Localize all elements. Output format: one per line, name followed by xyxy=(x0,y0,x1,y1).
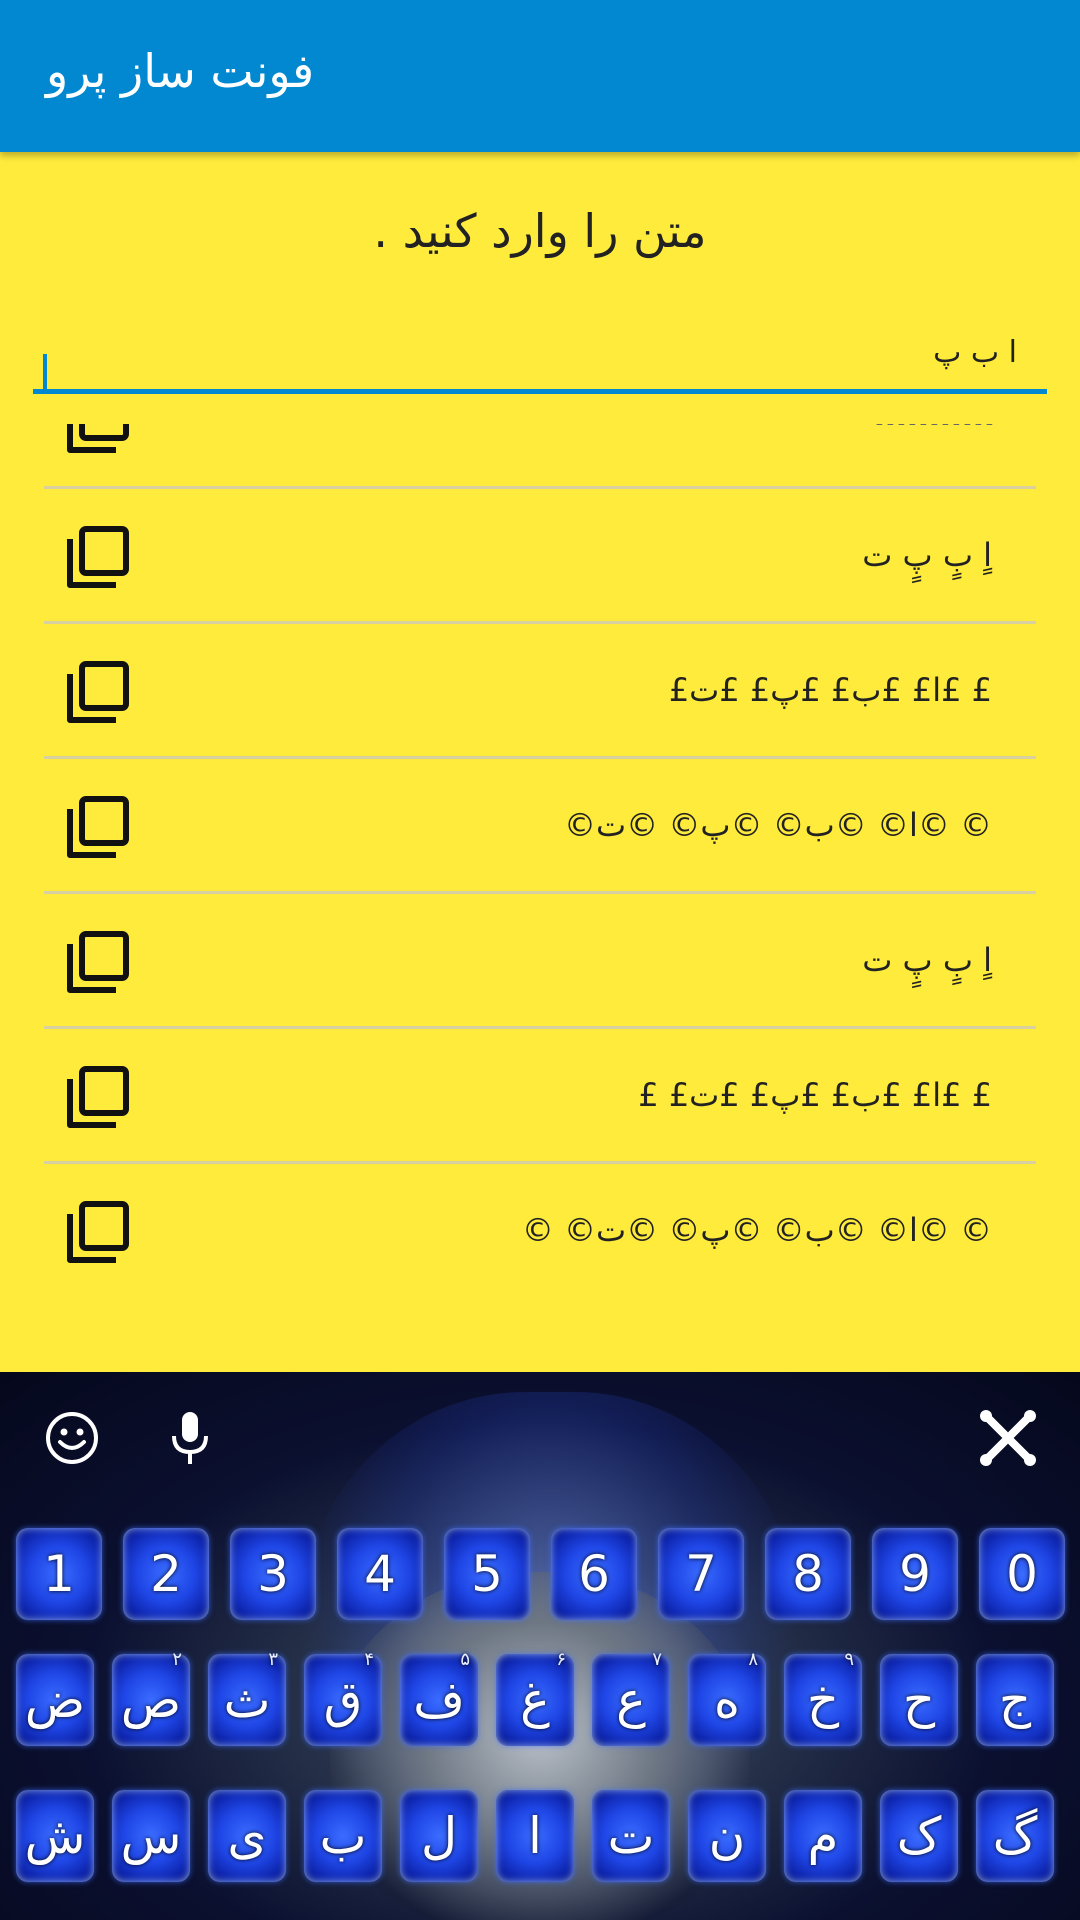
key-gaf[interactable]: گ xyxy=(976,1790,1054,1882)
key-te[interactable]: ت xyxy=(592,1790,670,1882)
result-row: اٍ بٍ پٍ ت xyxy=(44,894,1036,1029)
letter-key-row-2: ش س ی ب ل ا ت ن م ک گ xyxy=(0,1790,1080,1890)
key-label: ح xyxy=(902,1671,936,1729)
result-row: ـ ـ ـ ـ ـ ـ ـ ـ ـ ـ ـ xyxy=(44,424,1036,489)
key-fe[interactable]: ف۵ xyxy=(400,1649,478,1746)
key-sin[interactable]: س xyxy=(112,1790,190,1882)
copy-icon[interactable] xyxy=(66,1065,130,1129)
key-eyn[interactable]: ع۷ xyxy=(592,1649,670,1746)
key-he[interactable]: ه۸ xyxy=(688,1649,766,1746)
letter-key-row-1: ض ص۲ ث۳ ق۴ ف۵ غ۶ ع۷ ه۸ خ۹ ح ج xyxy=(0,1649,1080,1754)
crossbones-icon[interactable] xyxy=(978,1408,1038,1468)
key-gheyn[interactable]: غ۶ xyxy=(496,1649,574,1746)
keyboard-toolbar xyxy=(0,1372,1080,1502)
emoji-icon[interactable] xyxy=(42,1408,102,1468)
key-7[interactable]: 7 xyxy=(658,1528,744,1620)
key-ghaf[interactable]: ق۴ xyxy=(304,1649,382,1746)
input-prompt: متن را وارد کنید . xyxy=(373,204,707,258)
result-row: © ©ا© ©ب© ©پ© ©ت© © xyxy=(44,1164,1036,1299)
key-hint: ۸ xyxy=(748,1649,758,1670)
key-alef[interactable]: ا xyxy=(496,1790,574,1882)
key-4[interactable]: 4 xyxy=(337,1528,423,1620)
text-input[interactable] xyxy=(33,312,1047,382)
key-label: ع xyxy=(616,1671,646,1729)
key-he-jimi[interactable]: ح xyxy=(880,1654,958,1746)
key-sad[interactable]: ص۲ xyxy=(112,1649,190,1746)
result-row: اٍ بٍ پٍ ت xyxy=(44,489,1036,624)
result-text: اٍ بٍ پٍ ت xyxy=(862,536,992,574)
copy-icon[interactable] xyxy=(66,795,130,859)
key-shin[interactable]: ش xyxy=(16,1790,94,1882)
copy-icon[interactable] xyxy=(66,1200,130,1264)
copy-icon[interactable] xyxy=(66,525,130,589)
key-3[interactable]: 3 xyxy=(230,1528,316,1620)
key-label: ث xyxy=(223,1671,271,1729)
key-be[interactable]: ب xyxy=(304,1790,382,1882)
copy-icon[interactable] xyxy=(66,424,130,454)
key-hint: ۵ xyxy=(460,1649,470,1670)
microphone-icon[interactable] xyxy=(160,1408,220,1468)
key-0[interactable]: 0 xyxy=(979,1528,1065,1620)
copy-icon[interactable] xyxy=(66,930,130,994)
result-text: © ©ا© ©ب© ©پ© ©ت© © xyxy=(521,1211,992,1249)
result-row: £ £ا£ £ب£ £پ£ £ت£ xyxy=(44,624,1036,759)
key-label: ف xyxy=(413,1671,465,1729)
key-mim[interactable]: م xyxy=(784,1790,862,1882)
copy-icon[interactable] xyxy=(66,660,130,724)
key-lam[interactable]: ل xyxy=(400,1790,478,1882)
key-label: ق xyxy=(323,1671,363,1729)
key-label: ض xyxy=(24,1671,86,1729)
app-title: فونت ساز پرو xyxy=(46,44,315,98)
key-8[interactable]: 8 xyxy=(765,1528,851,1620)
text-cursor xyxy=(43,354,47,392)
key-label: ج xyxy=(998,1671,1032,1729)
key-nun[interactable]: ن xyxy=(688,1790,766,1882)
result-row: £ £ا£ £ب£ £پ£ £ت£ £ xyxy=(44,1029,1036,1164)
font-results-list[interactable]: ـ ـ ـ ـ ـ ـ ـ ـ ـ ـ ـ اٍ بٍ پٍ ت £ £ا£ £… xyxy=(44,424,1036,1372)
keyboard: 1 2 3 4 5 6 7 8 9 0 ض ص۲ ث۳ ق۴ ف۵ غ۶ ع۷ … xyxy=(0,1372,1080,1920)
result-text: © ©ا© ©ب© ©پ© ©ت© xyxy=(564,806,992,844)
key-zad[interactable]: ض xyxy=(16,1654,94,1746)
key-hint: ۹ xyxy=(844,1649,854,1670)
key-hint: ۳ xyxy=(268,1649,278,1670)
key-label: خ xyxy=(806,1671,840,1729)
key-hint: ۲ xyxy=(172,1649,182,1670)
key-hint: ۴ xyxy=(364,1649,374,1670)
key-kaf[interactable]: ک xyxy=(880,1790,958,1882)
key-se[interactable]: ث۳ xyxy=(208,1649,286,1746)
result-text: £ £ا£ £ب£ £پ£ £ت£ xyxy=(668,671,992,709)
key-label: ه xyxy=(713,1671,741,1729)
key-6[interactable]: 6 xyxy=(551,1528,637,1620)
app-bar: فونت ساز پرو xyxy=(0,0,1080,152)
main-content: متن را وارد کنید . ـ ـ ـ ـ ـ ـ ـ ـ ـ ـ ـ… xyxy=(0,152,1080,1372)
key-label: ص xyxy=(120,1671,182,1729)
key-2[interactable]: 2 xyxy=(123,1528,209,1620)
result-text: £ £ا£ £ب£ £پ£ £ت£ £ xyxy=(638,1076,992,1114)
key-5[interactable]: 5 xyxy=(444,1528,530,1620)
key-khe[interactable]: خ۹ xyxy=(784,1649,862,1746)
key-jim[interactable]: ج xyxy=(976,1654,1054,1746)
number-key-row: 1 2 3 4 5 6 7 8 9 0 xyxy=(0,1528,1080,1628)
key-1[interactable]: 1 xyxy=(16,1528,102,1620)
result-text: ـ ـ ـ ـ ـ ـ ـ ـ ـ ـ ـ xyxy=(877,424,992,486)
text-input-container[interactable] xyxy=(33,312,1047,394)
key-label: غ xyxy=(520,1671,550,1729)
result-text: اٍ بٍ پٍ ت xyxy=(862,941,992,979)
result-row: © ©ا© ©ب© ©پ© ©ت© xyxy=(44,759,1036,894)
key-9[interactable]: 9 xyxy=(872,1528,958,1620)
key-ye[interactable]: ی xyxy=(208,1790,286,1882)
key-hint: ۷ xyxy=(652,1649,662,1670)
key-hint: ۶ xyxy=(556,1649,566,1670)
